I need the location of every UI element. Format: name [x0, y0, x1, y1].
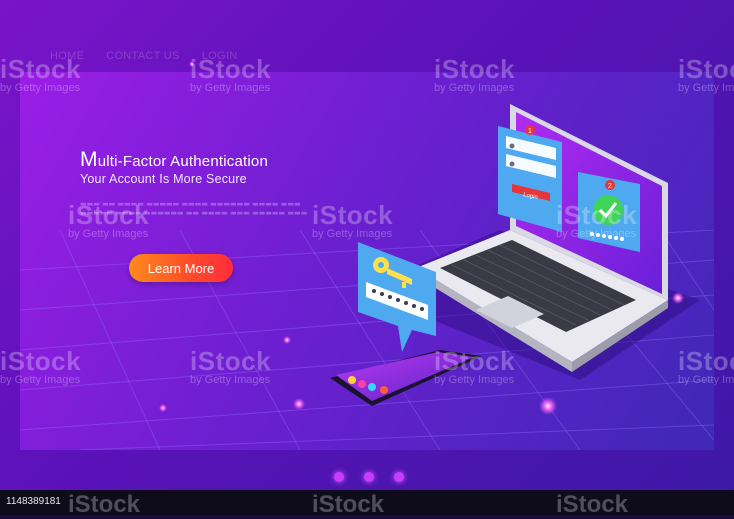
carousel-dots	[334, 472, 404, 482]
watermark: iStockby Getty Images	[190, 54, 272, 94]
image-id: 1148389181	[6, 496, 61, 507]
watermark: iStockby Getty Images	[0, 54, 82, 94]
carousel-dot[interactable]	[334, 472, 344, 482]
mfa-illustration: Login 1 2	[159, 61, 700, 415]
carousel-dot[interactable]	[364, 472, 374, 482]
watermark: iStockby Getty Images	[68, 200, 150, 240]
key-bubble	[358, 242, 436, 352]
step-badge-2-label: 2	[608, 183, 612, 190]
watermark: iStockby Getty Images	[678, 54, 734, 94]
watermark: iStockby Getty Images	[190, 346, 272, 386]
login-card: Login 1	[498, 125, 562, 232]
watermark: iStockby Getty Images	[556, 200, 638, 240]
watermark: iStockby Getty Images	[0, 346, 82, 386]
watermark: iStockby Getty Images	[678, 346, 734, 386]
watermark: iStockby Getty Images	[434, 346, 516, 386]
watermark: iStockby Getty Images	[312, 200, 394, 240]
step-badge-1-label: 1	[528, 128, 532, 135]
watermark: iStockby Getty Images	[434, 54, 516, 94]
carousel-dot[interactable]	[394, 472, 404, 482]
